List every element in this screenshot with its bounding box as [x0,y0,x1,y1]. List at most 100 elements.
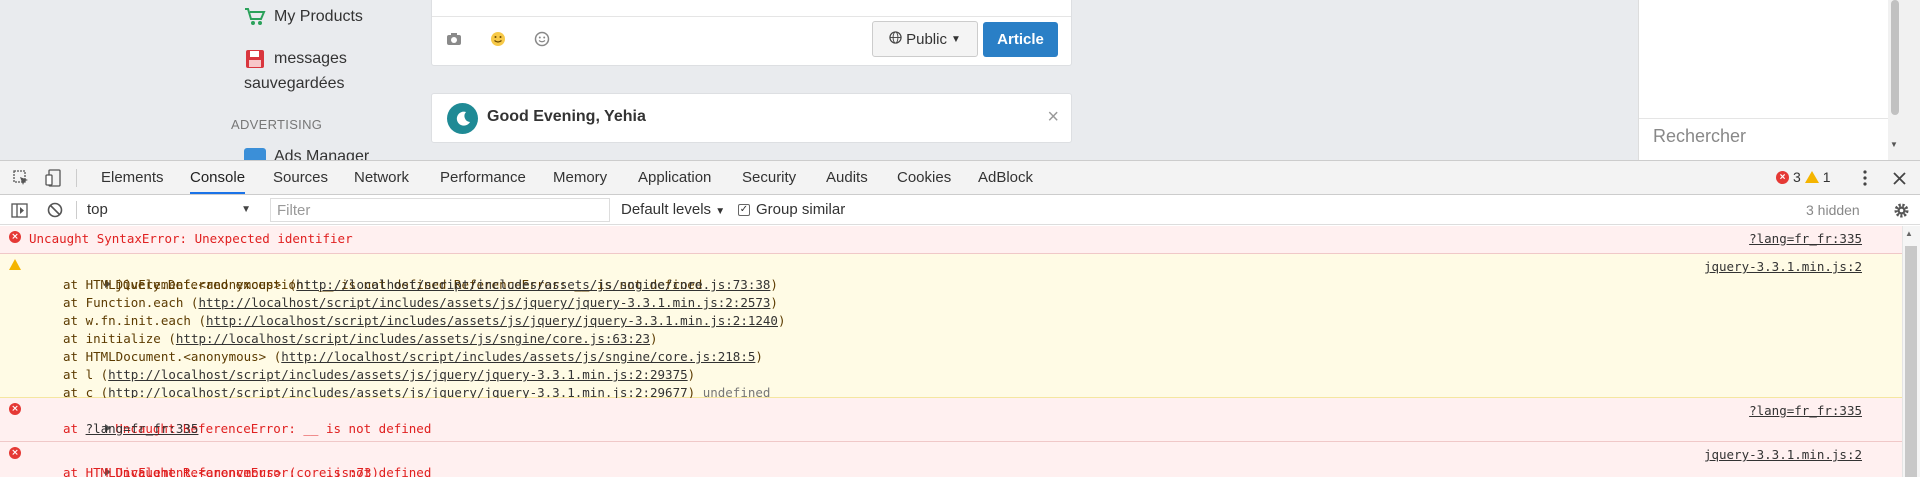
tab-sources[interactable]: Sources [273,161,328,194]
divider [1639,118,1889,119]
stack-trace: at HTMLDivElement.<anonymous> (http://lo… [29,276,785,402]
log-levels-dropdown[interactable]: Default levels ▼ [621,201,725,218]
stack-frame-link[interactable]: http://localhost/script/includes/assets/… [281,349,755,364]
console-toolbar: top ▼ Filter Default levels ▼ ✓ Group si… [0,195,1920,225]
console-filter-input[interactable]: Filter [270,198,610,222]
message-source-link[interactable]: jquery-3.3.1.min.js:2 [1704,258,1862,276]
divider [76,201,77,219]
smiley-outline-icon[interactable] [532,29,552,49]
sidebar-item-label-continued: sauvegardées [244,75,345,92]
publish-article-button[interactable]: Article [983,22,1058,57]
warning-icon [1804,171,1819,183]
inspect-element-icon[interactable] [12,169,30,187]
tab-security[interactable]: Security [742,161,796,194]
warning-count: 1 [1822,169,1831,185]
stack-frame: at l (http://localhost/script/includes/a… [63,367,696,382]
more-options-icon[interactable] [1856,169,1874,187]
sidebar-item-ads-manager[interactable]: Ads Manager [244,148,369,160]
right-sidebar: Rechercher [1638,0,1889,160]
clear-console-icon[interactable] [46,201,64,219]
message-source-link[interactable]: ?lang=fr_fr:335 [1749,402,1862,420]
sidebar-section-header: ADVERTISING [231,117,323,132]
scroll-up-arrow-icon[interactable]: ▲ [1905,229,1913,238]
issue-counter[interactable]: × 3 1 [1776,169,1831,185]
floppy-disk-icon [244,48,266,70]
device-toolbar-icon[interactable] [44,169,62,187]
page-scrollbar-thumb[interactable] [1891,0,1899,115]
context-value: top [87,200,108,218]
stack-frame-link[interactable]: http://localhost/script/includes/assets/… [176,331,650,346]
divider [76,169,77,187]
globe-icon [889,30,902,48]
error-icon: × [9,403,21,415]
tab-console[interactable]: Console [190,161,246,194]
close-devtools-icon[interactable] [1890,169,1908,187]
warning-icon [9,259,21,271]
hidden-messages-count: 3 hidden [1806,202,1860,218]
message-text: Uncaught SyntaxError: Unexpected identif… [29,231,353,246]
stack-frame-link[interactable]: http://localhost/script/includes/assets/… [296,277,770,292]
console-settings-gear-icon[interactable] [1892,201,1910,219]
stack-frame-link[interactable]: http://localhost/script/includes/assets/… [108,367,687,382]
stack-frame: at w.fn.init.each (http://localhost/scri… [63,313,786,328]
tab-network[interactable]: Network [354,161,409,194]
error-icon: × [9,447,21,459]
stack-frame-link[interactable]: http://localhost/script/includes/assets/… [198,295,770,310]
scroll-down-arrow-icon[interactable]: ▼ [1888,140,1900,149]
stack-frame-link[interactable]: ?lang=fr_fr:335 [86,421,199,436]
post-composer: Public ▼ Article [431,0,1072,66]
sidebar-item-label: Ads Manager [274,148,370,160]
privacy-dropdown-button[interactable]: Public ▼ [872,21,978,57]
chat-search-input[interactable]: Rechercher [1653,126,1746,147]
execution-context-select[interactable]: top ▼ [87,198,257,220]
devtools-tab-bar: Elements Console Sources Network Perform… [0,161,1920,195]
stack-frame: at HTMLDivElement.<anonymous> (http://lo… [63,277,778,292]
console-message-error[interactable]: × Uncaught ReferenceError: __ is not def… [0,442,1902,477]
stack-trace: at ?lang=fr_fr:335 [29,420,198,438]
sidebar-item-saved-messages[interactable]: messages [244,48,347,70]
console-messages: × Uncaught SyntaxError: Unexpected ident… [0,226,1902,477]
ads-icon [244,148,266,160]
error-count: 3 [1793,169,1801,185]
show-sidebar-icon[interactable] [10,201,28,219]
tab-elements[interactable]: Elements [101,161,164,194]
stack-frame: at HTMLDocument.<anonymous> (http://loca… [63,349,763,364]
sidebar-item-label: messages [274,50,347,67]
shopping-cart-icon [244,6,266,28]
stack-frame: at HTMLDivElement.<anonymous> (core.js:7… [63,465,380,477]
stack-frame: at ?lang=fr_fr:335 [63,421,199,436]
stack-trace: at HTMLDivElement.<anonymous> (core.js:7… [29,464,379,477]
camera-icon[interactable] [444,29,464,49]
group-similar-checkbox[interactable]: ✓ Group similar [738,201,845,218]
message-source-link[interactable]: jquery-3.3.1.min.js:2 [1704,446,1862,464]
close-icon[interactable]: × [1047,106,1059,129]
stack-frame: at initialize (http://localhost/script/i… [63,331,658,346]
stack-frame-link[interactable]: http://localhost/script/includes/assets/… [206,313,778,328]
web-page: My Products messages sauvegardées ADVERT… [0,0,1920,160]
stack-frame: at Function.each (http://localhost/scrip… [63,295,778,310]
privacy-label: Public [906,30,947,48]
message-source-link[interactable]: ?lang=fr_fr:335 [1749,230,1862,248]
console-scrollbar-thumb[interactable] [1905,246,1917,477]
checkmark-icon: ✓ [738,203,750,216]
console-message-error[interactable]: × Uncaught ReferenceError: __ is not def… [0,398,1902,442]
devtools-panel: Elements Console Sources Network Perform… [0,160,1920,477]
greeting-card: Good Evening, Yehia × [431,93,1072,143]
levels-label: Default levels [621,201,712,218]
sidebar-item-label: My Products [274,8,363,25]
moon-icon [447,103,478,134]
emoji-smile-icon[interactable] [488,29,508,49]
tab-memory[interactable]: Memory [553,161,607,194]
caret-down-icon: ▼ [950,33,961,45]
tab-performance[interactable]: Performance [440,161,526,194]
tab-audits[interactable]: Audits [826,161,868,194]
console-message-warning[interactable]: jQuery.Deferred exception: __ is not def… [0,254,1902,400]
sidebar-item-my-products[interactable]: My Products [244,6,363,28]
console-message-error[interactable]: × Uncaught SyntaxError: Unexpected ident… [0,226,1902,254]
error-icon: × [9,231,21,243]
tab-adblock[interactable]: AdBlock [978,161,1033,194]
tab-cookies[interactable]: Cookies [897,161,951,194]
tab-application[interactable]: Application [638,161,711,194]
caret-down-icon: ▼ [241,203,251,215]
post-text-area[interactable] [432,0,1071,17]
